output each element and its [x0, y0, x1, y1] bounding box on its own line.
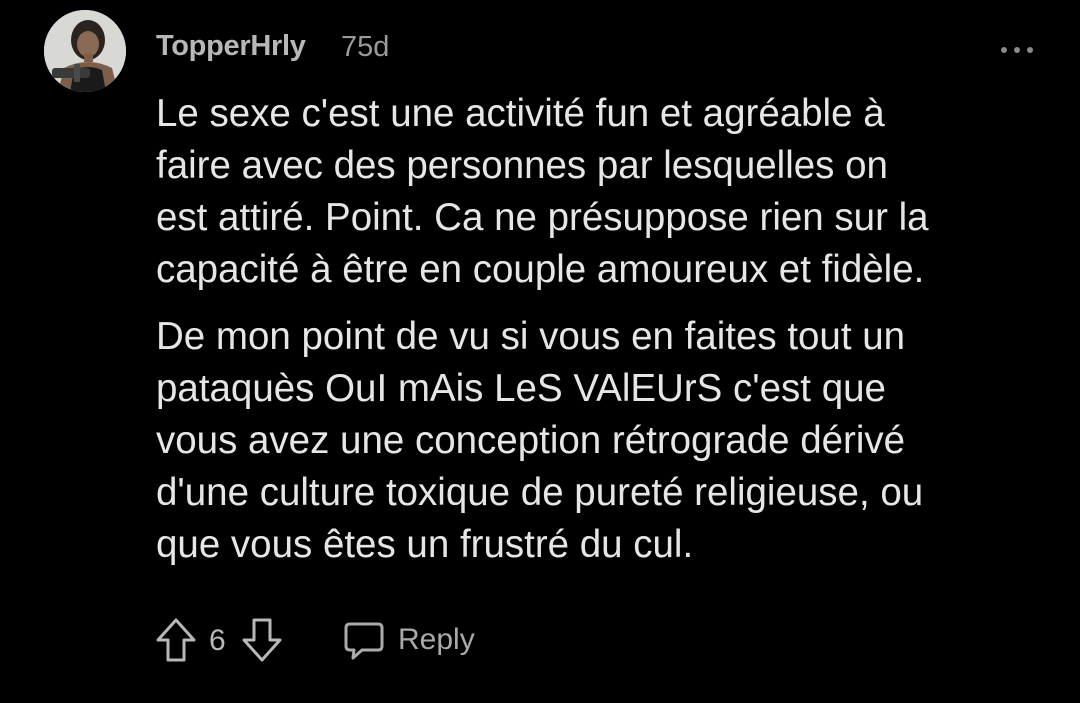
comment-paragraph: Le sexe c'est une activité fun et agréab…: [156, 92, 929, 291]
downvote-arrow-icon[interactable]: [240, 616, 284, 666]
avatar-image: [44, 10, 126, 92]
upvote-arrow-icon[interactable]: [154, 616, 198, 666]
avatar[interactable]: [44, 10, 126, 92]
comment-body: Le sexe c'est une activité fun et agréab…: [156, 88, 1056, 571]
more-options-icon[interactable]: [998, 40, 1036, 60]
reply-label: Reply: [398, 623, 475, 656]
comment-paragraph: De mon point de vu si vous en faites tou…: [156, 315, 924, 566]
author-username[interactable]: TopperHrly: [156, 30, 306, 63]
vote-count: 6: [209, 624, 226, 657]
comment-age: 75d: [341, 31, 390, 63]
comment: TopperHrly 75d Le sexe c'est une activit…: [0, 0, 1080, 703]
speech-bubble-icon: [342, 618, 386, 662]
